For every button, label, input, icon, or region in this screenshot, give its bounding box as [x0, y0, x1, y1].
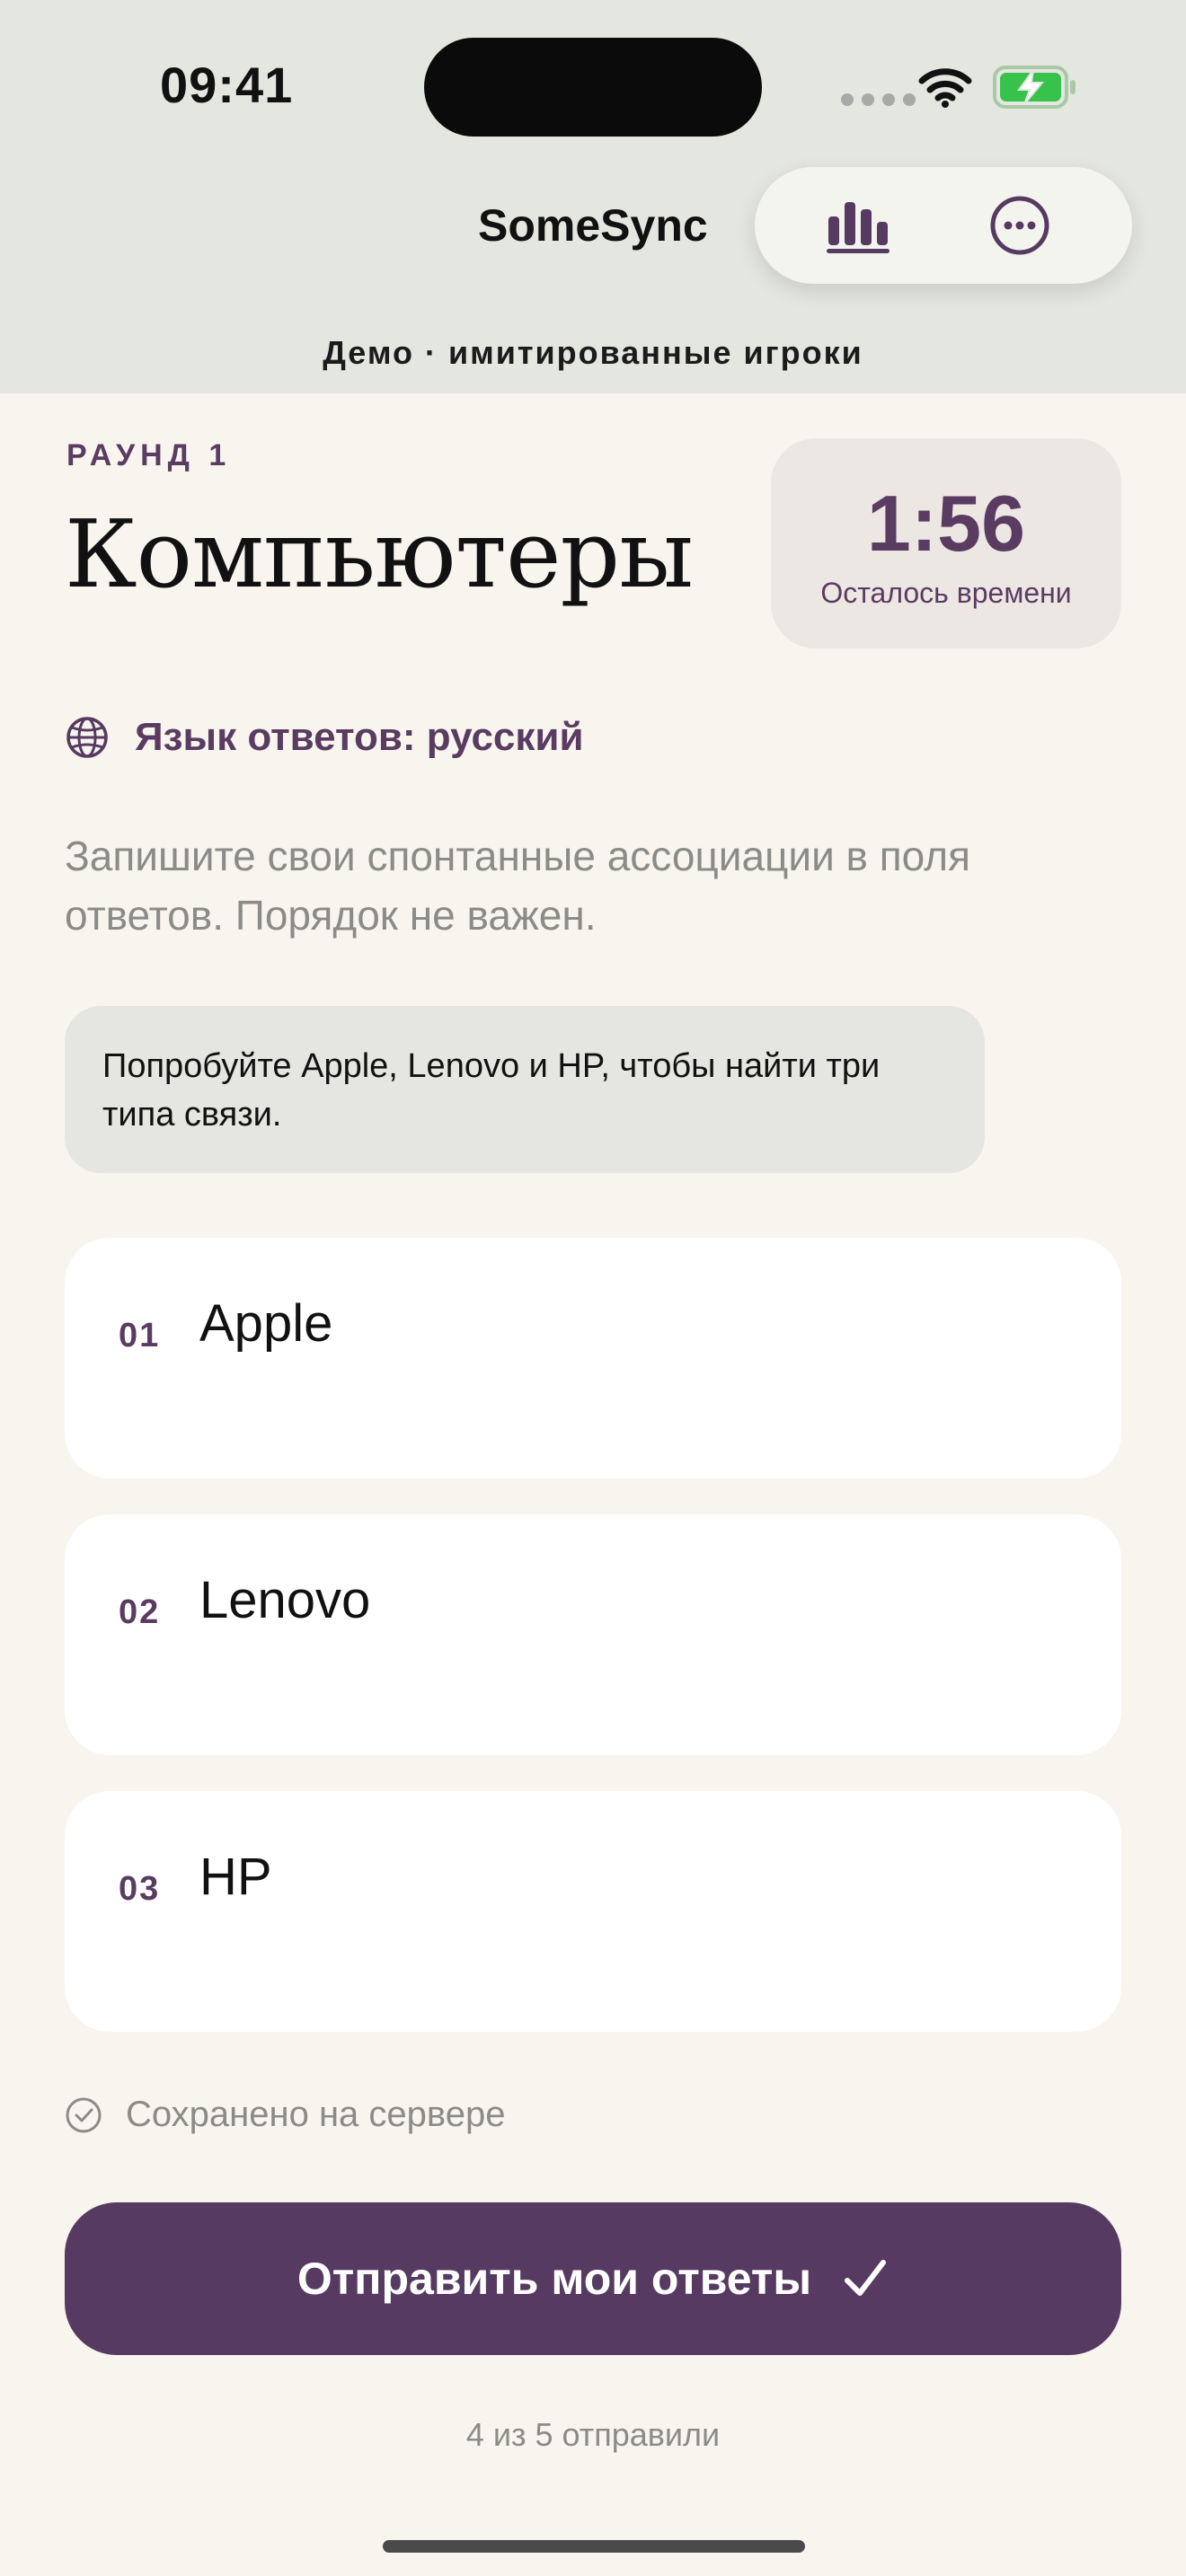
submission-progress: 4 из 5 отправили	[465, 2416, 721, 2453]
timer-card: 1:56 Осталось времени	[771, 438, 1121, 648]
checkmark-icon	[842, 2255, 889, 2302]
wifi-icon	[918, 66, 972, 112]
app-header: 09:41 SomeSync Демо · имитированные игро…	[0, 0, 1186, 393]
demo-label: Демо · имитированные игроки	[323, 334, 863, 371]
round-title: Компьютеры	[65, 499, 694, 609]
timer-value: 1:56	[866, 479, 1026, 568]
more-icon	[990, 196, 1049, 255]
answer-field-3[interactable]: 03 HP	[65, 1791, 1121, 2032]
saved-status: Сохранено на сервере	[65, 2095, 505, 2135]
answer-number: 01	[119, 1317, 161, 1354]
timer-caption: Осталось времени	[820, 577, 1072, 609]
app-title: SomeSync	[478, 200, 708, 251]
hint-bubble: Попробуйте Apple, Lenovo и HP, чтобы най…	[65, 1006, 985, 1173]
submit-label: Отправить мои ответы	[296, 2254, 812, 2304]
answer-number: 03	[119, 1870, 161, 1908]
screen: 09:41 SomeSync Демо · имитированные игро…	[0, 0, 1186, 2576]
battery-charging-icon	[992, 65, 1078, 114]
answer-field-2[interactable]: 02 Lenovo	[65, 1514, 1121, 1755]
answer-value[interactable]: Apple	[199, 1293, 332, 1354]
stats-button[interactable]	[791, 167, 925, 284]
answer-field-1[interactable]: 01 Apple	[65, 1238, 1121, 1478]
saved-status-label: Сохранено на сервере	[126, 2095, 506, 2134]
round-label: РАУНД 1	[66, 438, 232, 472]
answer-number: 02	[119, 1593, 161, 1631]
cellular-signal-icon	[841, 93, 916, 106]
toolbar	[755, 167, 1132, 284]
answer-value[interactable]: HP	[199, 1847, 272, 1907]
home-indicator[interactable]	[383, 2540, 805, 2553]
status-time: 09:41	[160, 57, 294, 113]
answer-language: Язык ответов: русский	[65, 715, 584, 760]
submit-answers-button[interactable]: Отправить мои ответы	[65, 2202, 1121, 2355]
globe-icon	[66, 717, 108, 758]
dynamic-island	[424, 38, 762, 137]
answer-language-label: Язык ответов: русский	[135, 715, 584, 759]
more-button[interactable]	[952, 167, 1087, 284]
stats-icon	[827, 202, 890, 253]
instructions-text: Запишите свои спонтанные ассоциации в по…	[65, 833, 971, 939]
check-circle-icon	[66, 2097, 102, 2132]
answer-value[interactable]: Lenovo	[199, 1570, 370, 1630]
